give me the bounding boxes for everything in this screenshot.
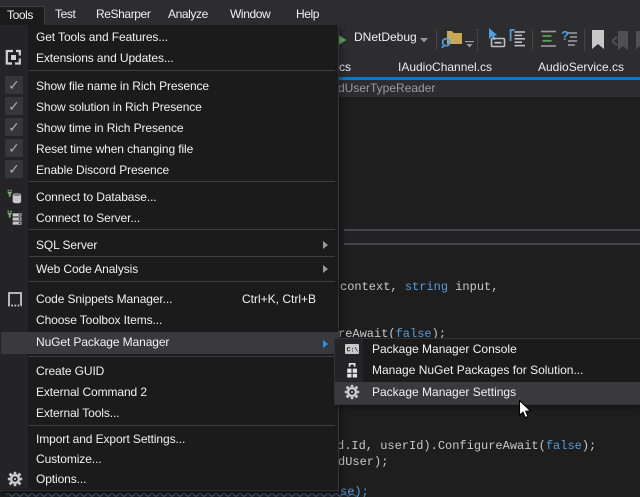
- svg-text:C:\: C:\: [347, 347, 359, 354]
- svg-text:?: ?: [561, 28, 569, 43]
